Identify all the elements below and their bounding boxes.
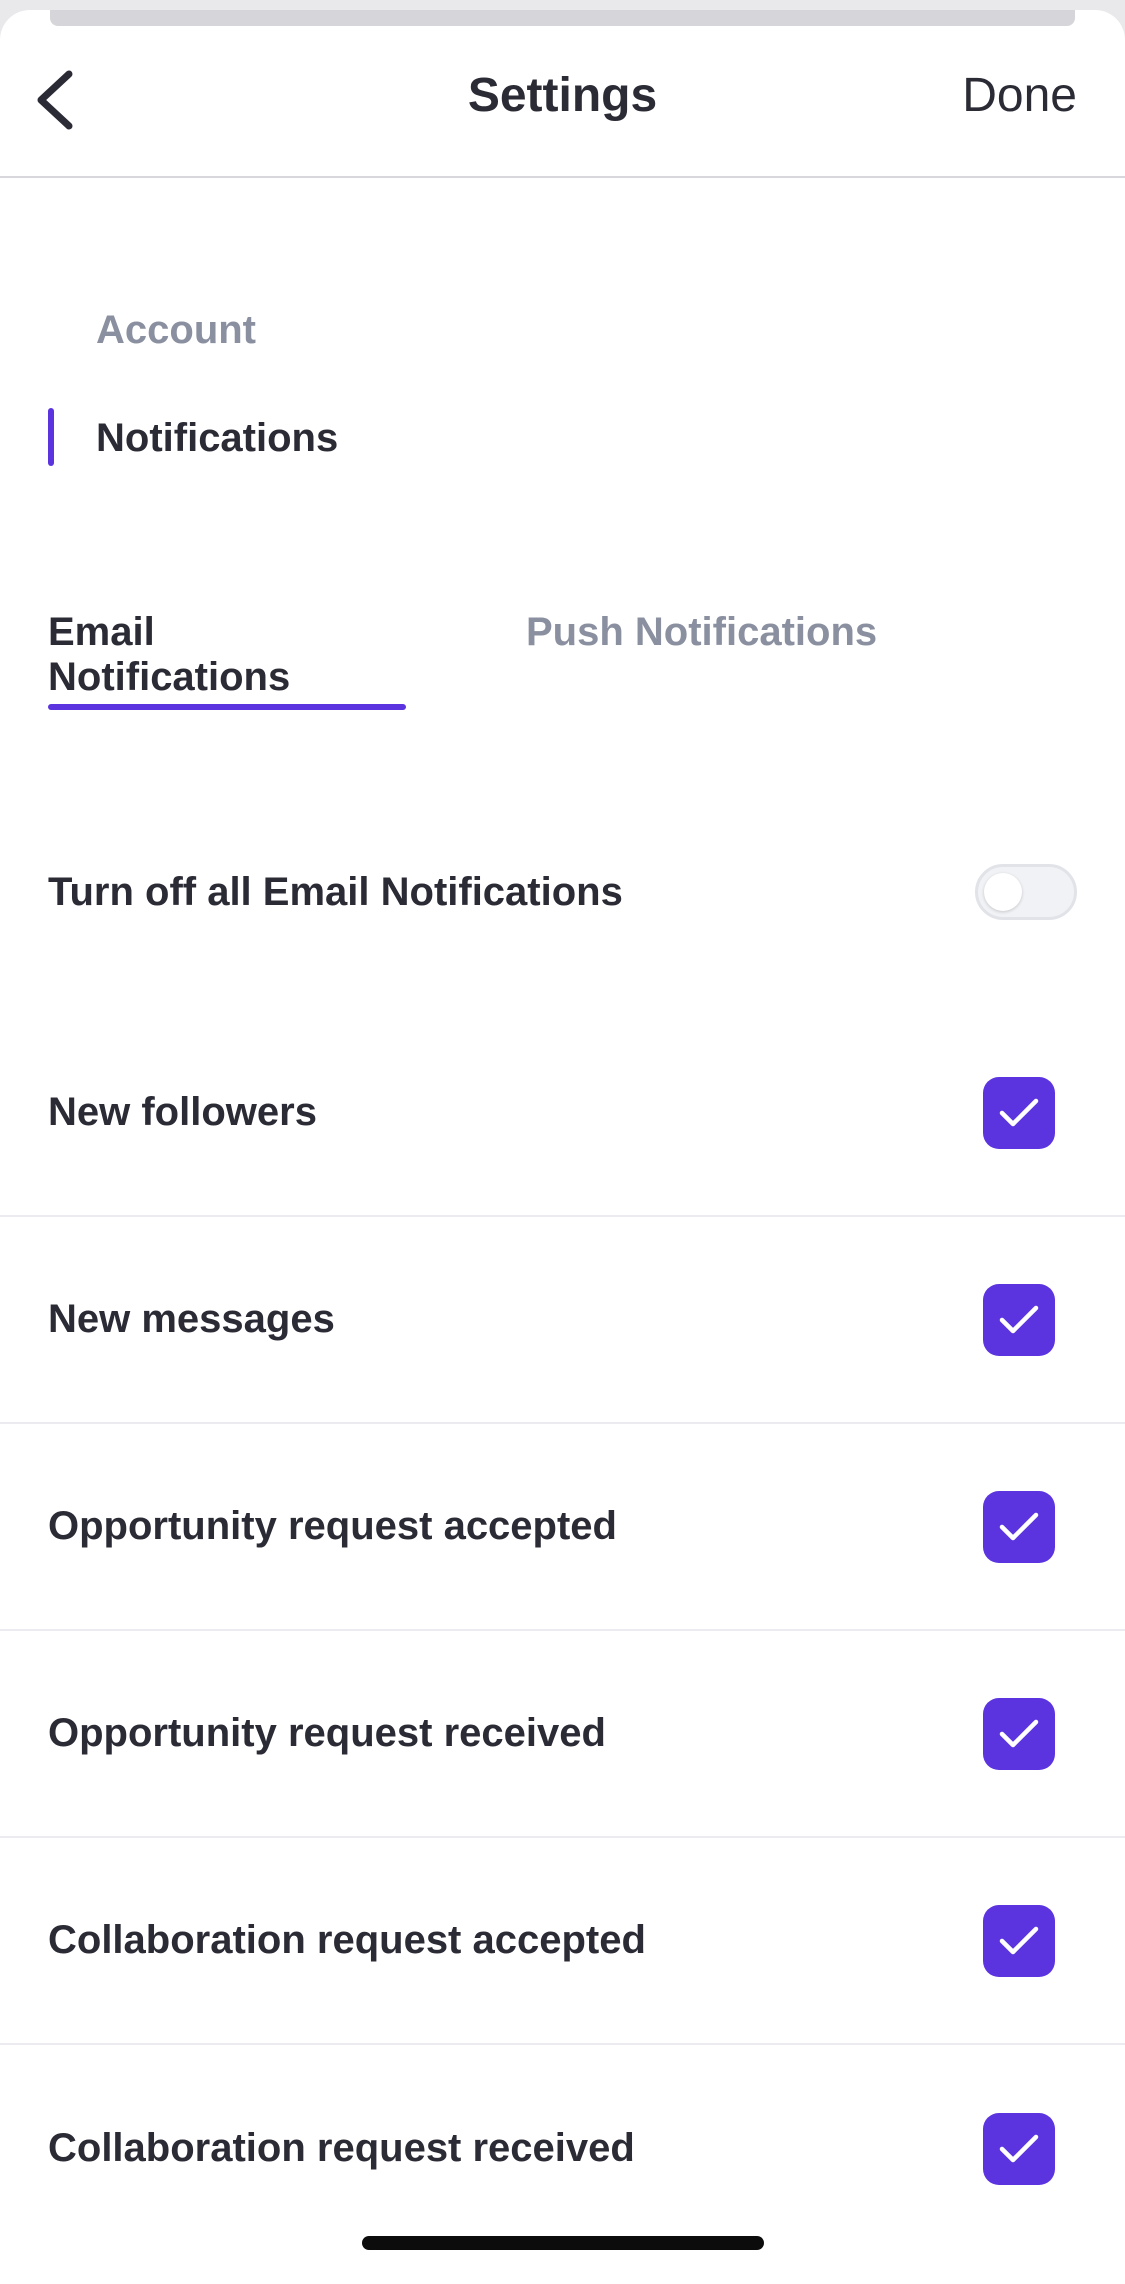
notification-options-list: New followers New messages Opportunity r… — [0, 1010, 1125, 2252]
tab-label: Push Notifications — [526, 610, 878, 654]
nav-item-account[interactable]: Account — [48, 300, 548, 360]
checkmark-icon — [999, 1719, 1039, 1747]
nav-item-label: Notifications — [96, 415, 339, 460]
opportunity-received-checkbox[interactable] — [983, 1697, 1055, 1770]
option-label: New messages — [48, 1297, 335, 1341]
option-collaboration-accepted: Collaboration request accepted — [0, 1838, 1125, 2045]
option-opportunity-received: Opportunity request received — [0, 1631, 1125, 1838]
checkmark-icon — [999, 1926, 1039, 1954]
nav-active-indicator — [48, 408, 54, 466]
tab-active-underline — [48, 704, 406, 710]
tab-label: Email Notifications — [48, 610, 291, 699]
option-collaboration-received: Collaboration request received — [0, 2045, 1125, 2252]
nav-item-label: Account — [96, 307, 256, 352]
nav-item-notifications[interactable]: Notifications — [48, 408, 548, 468]
checkmark-icon — [999, 1098, 1039, 1126]
option-opportunity-accepted: Opportunity request accepted — [0, 1424, 1125, 1631]
new-followers-checkbox[interactable] — [983, 1076, 1055, 1149]
master-toggle-row: Turn off all Email Notifications — [48, 850, 1077, 934]
checkmark-icon — [999, 1305, 1039, 1333]
collaboration-received-checkbox[interactable] — [983, 2112, 1055, 2185]
new-messages-checkbox[interactable] — [983, 1283, 1055, 1356]
master-toggle-switch[interactable] — [975, 864, 1077, 920]
option-new-followers: New followers — [0, 1010, 1125, 1217]
done-button[interactable]: Done — [962, 68, 1077, 123]
settings-sheet: Settings Done Account Notifications Emai… — [0, 10, 1125, 2284]
option-new-messages: New messages — [0, 1217, 1125, 1424]
toggle-knob — [984, 873, 1022, 911]
checkmark-icon — [999, 2134, 1039, 2162]
home-indicator — [362, 2236, 764, 2250]
header: Settings Done — [0, 10, 1125, 178]
tab-email-notifications[interactable]: Email Notifications — [48, 610, 406, 710]
option-label: Opportunity request accepted — [48, 1504, 617, 1548]
option-label: New followers — [48, 1090, 317, 1134]
option-label: Collaboration request received — [48, 2126, 635, 2170]
checkmark-icon — [999, 1512, 1039, 1540]
tab-push-notifications[interactable]: Push Notifications — [526, 610, 946, 710]
option-label: Opportunity request received — [48, 1711, 606, 1755]
page-title: Settings — [467, 69, 658, 122]
collaboration-accepted-checkbox[interactable] — [983, 1904, 1055, 1977]
master-toggle-label: Turn off all Email Notifications — [48, 869, 623, 914]
option-label: Collaboration request accepted — [48, 1918, 646, 1962]
opportunity-accepted-checkbox[interactable] — [983, 1490, 1055, 1563]
